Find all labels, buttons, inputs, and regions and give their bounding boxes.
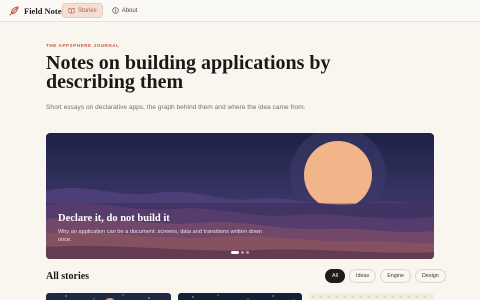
filter-design[interactable]: Design — [414, 269, 446, 283]
featured-story-title: Declare it, do not build it — [58, 213, 170, 224]
story-thumbnail-art — [65, 294, 150, 300]
story-card-thumbnail[interactable] — [46, 293, 171, 300]
carousel-dot-3[interactable] — [246, 251, 249, 254]
feather-logo-icon — [9, 6, 19, 16]
book-icon — [68, 7, 75, 14]
story-filters: All Ideas Engine Design — [325, 269, 446, 283]
nav-item-stories[interactable]: Stories — [62, 3, 103, 18]
brand[interactable]: Field Notes — [8, 4, 65, 18]
filter-engine[interactable]: Engine — [380, 269, 411, 283]
nav-item-about[interactable]: About — [107, 3, 143, 18]
main-nav: Stories About — [62, 3, 142, 18]
nav-item-label: About — [121, 7, 138, 14]
info-icon — [112, 7, 119, 14]
journal-eyebrow: THE APPSPHERE JOURNAL — [46, 43, 120, 48]
top-bar: Field Notes Stories About — [0, 0, 480, 22]
story-thumbnail-art — [192, 294, 295, 300]
story-card-thumbnail[interactable] — [178, 293, 302, 300]
all-stories-heading: All stories — [46, 271, 90, 282]
page-subtitle: Short essays on declarative apps, the gr… — [46, 104, 306, 111]
brand-name: Field Notes — [24, 6, 65, 16]
carousel-dot-1[interactable] — [231, 251, 239, 254]
carousel-indicators — [231, 251, 249, 254]
page-title: Notes on building applications by descri… — [46, 52, 331, 93]
story-card-thumbnail[interactable] — [309, 293, 434, 300]
filter-ideas[interactable]: Ideas — [349, 269, 377, 283]
filter-all[interactable]: All — [325, 269, 345, 283]
featured-story-card[interactable]: Declare it, do not build it Why an appli… — [46, 133, 434, 259]
nav-item-label: Stories — [78, 7, 97, 14]
carousel-dot-2[interactable] — [241, 251, 244, 254]
featured-story-description: Why an application can be a document: sc… — [58, 229, 262, 243]
story-thumbnail-art — [312, 296, 426, 298]
